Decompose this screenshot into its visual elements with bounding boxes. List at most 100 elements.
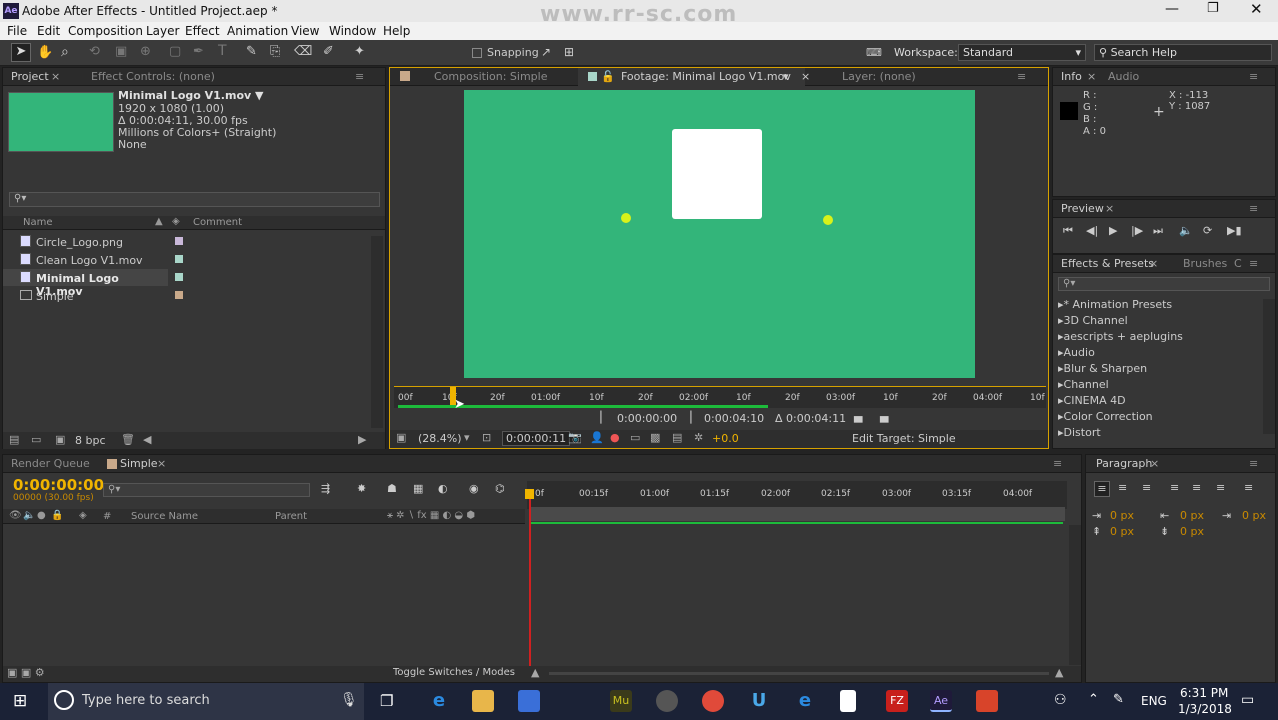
indent-first-value[interactable]: 0 px	[1242, 509, 1266, 522]
last-frame-icon[interactable]: ⏭	[1153, 224, 1163, 238]
people-icon[interactable]: ⚇	[1054, 692, 1067, 708]
label-icon[interactable]: ◈	[172, 216, 180, 227]
selection-tool-icon[interactable]: ➤	[11, 43, 31, 62]
menu-view[interactable]: View	[291, 24, 319, 38]
lock-icon[interactable]: 🔒	[51, 510, 63, 521]
cti-head[interactable]	[525, 489, 534, 499]
timeline-search-input[interactable]: ⚲▾	[103, 483, 310, 497]
snap-grid-icon[interactable]: ⊞	[564, 45, 574, 59]
align-center-icon[interactable]: ≡	[1118, 481, 1127, 494]
switches-icon[interactable]: ⚹ ✲ ∖ fx ▦ ◐ ◒ ⬢	[387, 510, 475, 521]
roto-brush-tool-icon[interactable]: ✐	[323, 44, 334, 59]
first-frame-icon[interactable]: ⏮	[1063, 224, 1073, 238]
menu-help[interactable]: Help	[383, 24, 410, 38]
ripple-insert-icon[interactable]: ▄	[854, 410, 862, 423]
timeline-ruler[interactable]: 0f 00:15f 01:00f 01:15f 02:00f 02:15f 03…	[527, 481, 1067, 521]
taskbar-search-box[interactable]: Type here to search 🎙	[48, 683, 364, 720]
panel-menu-icon[interactable]: ≡	[1017, 70, 1026, 83]
rotate-tool-icon[interactable]: ⟲	[89, 44, 100, 59]
list-item[interactable]: Clean Logo V1.mov	[3, 251, 368, 268]
current-time-indicator[interactable]	[529, 489, 531, 669]
panel-menu-icon[interactable]: ≡	[1249, 202, 1258, 215]
tab-simple[interactable]: Simple	[120, 457, 158, 470]
overlay-edit-icon[interactable]: ▄	[880, 410, 888, 423]
timeline-scrollbar[interactable]	[1069, 525, 1081, 665]
language-indicator[interactable]: ENG	[1141, 694, 1167, 708]
effects-category[interactable]: Channel	[1058, 378, 1109, 391]
effects-category[interactable]: aescripts + aeplugins	[1058, 330, 1183, 343]
type-tool-icon[interactable]: T	[218, 43, 227, 59]
tab-preview[interactable]: Preview	[1061, 202, 1104, 215]
after-effects-taskbar-icon[interactable]: Ae	[930, 690, 952, 712]
menu-composition[interactable]: Composition	[68, 24, 143, 38]
set-in-point-button[interactable]: ⎮	[598, 411, 604, 424]
effects-scrollbar[interactable]	[1263, 299, 1275, 434]
view-options-icon[interactable]: ▤	[672, 431, 682, 444]
tab-effect-controls[interactable]: Effect Controls: (none)	[91, 70, 215, 83]
scroll-right-icon[interactable]: ▶	[358, 433, 366, 446]
menu-file[interactable]: File	[7, 24, 27, 38]
store-icon[interactable]	[518, 690, 540, 712]
close-icon[interactable]: ×	[51, 70, 60, 83]
column-name[interactable]: Name	[23, 217, 53, 228]
effects-category[interactable]: 3D Channel	[1058, 314, 1128, 327]
steam-icon[interactable]	[656, 690, 678, 712]
chevron-down-icon[interactable]: ▾	[464, 431, 470, 444]
minimize-button[interactable]: —	[1165, 1, 1179, 17]
panel-menu-icon[interactable]: ≡	[1249, 257, 1258, 270]
lock-icon[interactable]: 🔓	[601, 70, 615, 83]
pan-behind-tool-icon[interactable]: ⊕	[140, 44, 151, 59]
panel-menu-icon[interactable]: ≡	[1053, 457, 1062, 470]
new-composition-icon[interactable]: ▣	[55, 433, 65, 446]
column-source-name[interactable]: Source Name	[131, 511, 198, 522]
frame-blending-icon[interactable]: ▦	[413, 482, 423, 495]
timeline-work-area[interactable]	[529, 507, 1065, 521]
safe-margins-icon[interactable]: ⊡	[482, 431, 491, 444]
space-after-value[interactable]: 0 px	[1180, 525, 1204, 538]
effects-search-input[interactable]: ⚲▾	[1058, 277, 1270, 291]
timeline-timecode[interactable]: 0:00:00:00	[13, 476, 104, 494]
brush-tool-icon[interactable]: ✎	[246, 44, 257, 59]
camera-tool-icon[interactable]: ▣	[115, 44, 127, 59]
motion-blur-icon[interactable]: ◐	[438, 482, 448, 495]
scroll-left-icon[interactable]: ◀	[143, 433, 151, 446]
tab-paragraph[interactable]: Paragraph	[1096, 457, 1152, 470]
chevron-up-icon[interactable]: ⌃	[1088, 692, 1099, 707]
snapping-checkbox[interactable]	[472, 48, 482, 58]
in-point-time[interactable]: 0:00:00:00	[617, 412, 677, 425]
clone-tool-icon[interactable]: ⎘	[270, 44, 280, 59]
close-icon[interactable]: ×	[1087, 70, 1096, 83]
new-folder-icon[interactable]: ▭	[31, 433, 41, 446]
eye-icon[interactable]: 👁	[9, 510, 22, 521]
column-parent[interactable]: Parent	[275, 511, 307, 522]
viewer-time-ruler[interactable]: 00f 10f 20f 01:00f 10f 20f 02:00f 10f 20…	[394, 386, 1046, 412]
menu-effect[interactable]: Effect	[185, 24, 220, 38]
notification-icon[interactable]: ▭	[1241, 692, 1254, 708]
label-swatch[interactable]	[175, 273, 183, 281]
draft-3d-icon[interactable]: ✸	[357, 482, 366, 495]
red-app-icon[interactable]	[976, 690, 998, 712]
clock-date[interactable]: 1/3/2018	[1178, 702, 1232, 716]
task-view-icon[interactable]: ❐	[380, 692, 393, 710]
document-icon[interactable]	[840, 690, 856, 712]
sort-icon[interactable]: ▲	[155, 216, 163, 227]
ram-preview-icon[interactable]: ▶▮	[1227, 224, 1242, 237]
solo-icon[interactable]: ●	[37, 510, 46, 521]
expand-panel-icon[interactable]: ▣ ▣ ⚙	[7, 666, 45, 679]
space-before-value[interactable]: 0 px	[1110, 525, 1134, 538]
search-help-input[interactable]: ⚲ Search Help	[1094, 44, 1272, 61]
effects-category[interactable]: Color Correction	[1058, 410, 1153, 423]
close-icon[interactable]: ×	[1150, 457, 1159, 470]
tab-footage[interactable]: Footage: Minimal Logo V1.mov	[621, 70, 791, 83]
menu-layer[interactable]: Layer	[146, 24, 179, 38]
channel-icon[interactable]: ●	[610, 431, 620, 444]
unreal-icon[interactable]: U	[748, 690, 770, 712]
exposure-icon[interactable]: ✲	[694, 431, 703, 444]
file-explorer-icon[interactable]	[472, 690, 494, 712]
zoom-select[interactable]: (28.4%)	[418, 432, 462, 445]
effects-category[interactable]: CINEMA 4D	[1058, 394, 1126, 407]
effects-category[interactable]: Audio	[1058, 346, 1095, 359]
always-preview-icon[interactable]: ▣	[396, 431, 406, 444]
align-left-icon[interactable]: ≡	[1094, 481, 1110, 497]
muse-icon[interactable]: Mu	[610, 690, 632, 712]
